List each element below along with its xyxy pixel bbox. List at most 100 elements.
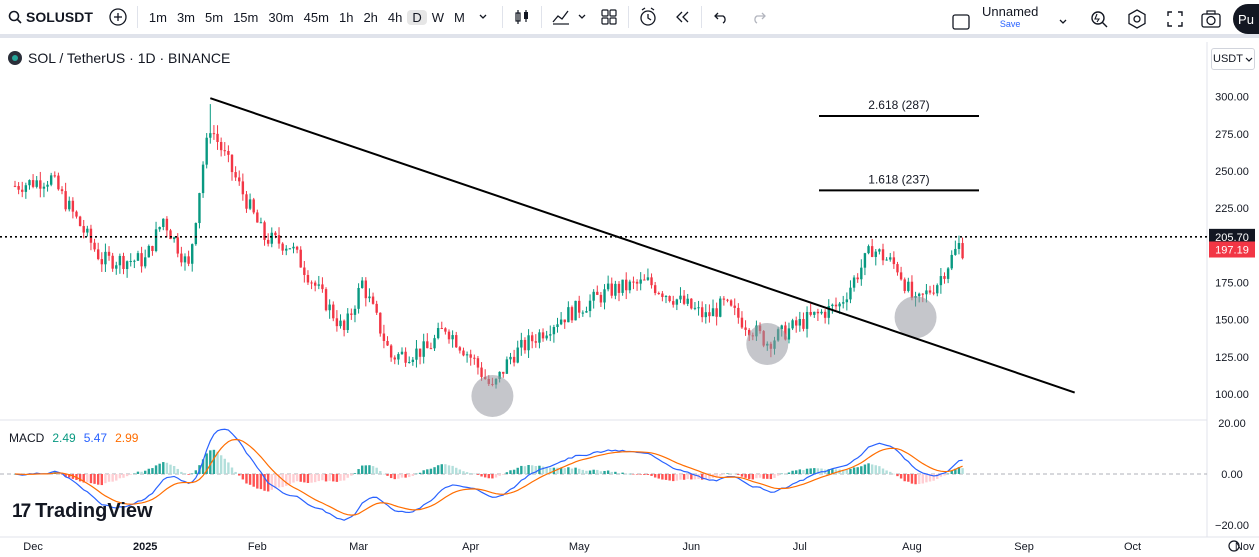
macd-histogram-bar <box>404 474 407 478</box>
fib-level-label: 2.618 (287) <box>868 98 929 112</box>
candle-body <box>57 175 60 190</box>
macd-histogram-bar <box>252 474 255 487</box>
macd-histogram-bar <box>664 474 668 480</box>
macd-histogram-bar <box>729 473 733 474</box>
macd-histogram-bar <box>878 466 881 474</box>
candle-body <box>147 245 151 258</box>
macd-histogram-bar <box>646 474 650 475</box>
macd-histogram-bar <box>860 466 863 474</box>
macd-histogram-bar <box>310 474 313 483</box>
macd-histogram-bar <box>288 474 292 485</box>
candle-body <box>379 312 382 334</box>
macd-histogram-bar <box>570 468 574 474</box>
candle-body <box>234 172 237 178</box>
macd-histogram-bar <box>516 467 519 474</box>
candle-body <box>418 348 422 357</box>
macd-histogram-bar <box>682 474 686 480</box>
macd-histogram-bar <box>596 469 599 474</box>
macd-histogram-bar <box>867 463 870 474</box>
macd-histogram-bar <box>469 473 472 474</box>
candle-body <box>133 260 136 262</box>
candle-body <box>346 313 349 331</box>
candle-body <box>238 177 241 182</box>
candle-body <box>628 281 632 291</box>
candle-body <box>693 307 697 309</box>
macd-value: 5.47 <box>84 431 108 445</box>
candle-body <box>201 164 205 194</box>
macd-histogram-bar <box>795 470 798 474</box>
currency-button[interactable]: USDT <box>1211 48 1255 70</box>
macd-histogram-bar <box>899 474 903 479</box>
macd-histogram-bar <box>397 474 400 479</box>
highlight-low-circle <box>894 296 937 339</box>
candle-body <box>361 280 364 288</box>
candle-body <box>165 218 169 231</box>
candle-body <box>386 340 389 346</box>
candle-body <box>248 199 252 209</box>
macd-histogram-bar <box>230 467 234 474</box>
candle-body <box>617 283 621 293</box>
macd-histogram-bar <box>668 474 671 481</box>
candle-body <box>892 257 896 265</box>
candle-body <box>961 243 964 259</box>
candle-body <box>426 341 429 349</box>
tradingview-logo[interactable]: 17 TradingView <box>12 500 153 523</box>
macd-histogram-bar <box>342 474 346 481</box>
macd-histogram-bar <box>762 474 765 479</box>
macd-histogram-bar <box>129 474 132 475</box>
macd-histogram-bar <box>346 474 349 478</box>
macd-histogram-bar <box>118 474 122 479</box>
macd-histogram-bar <box>603 470 606 474</box>
macd-histogram-bar <box>194 470 198 474</box>
candle-body <box>567 307 570 323</box>
candle-body <box>96 249 100 260</box>
candle-body <box>313 282 317 286</box>
candle-body <box>744 327 747 330</box>
time-axis-label: May <box>569 541 590 553</box>
candle-body <box>592 291 595 301</box>
candle-body <box>458 347 462 351</box>
macd-histogram-bar <box>382 473 386 475</box>
candle-body <box>889 257 892 260</box>
macd-histogram-bar <box>653 474 657 478</box>
macd-histogram-bar <box>802 470 805 474</box>
macd-histogram-bar <box>270 474 273 490</box>
candle-body <box>603 289 606 303</box>
macd-histogram-bar <box>154 465 158 474</box>
price-tick-label: 175.00 <box>1215 277 1249 289</box>
candle-body <box>136 253 140 261</box>
chart-canvas[interactable]: 300.00275.00250.00225.00200.00175.00150.… <box>0 0 1259 557</box>
candle-body <box>180 253 183 263</box>
candle-body <box>936 285 939 294</box>
macd-histogram-bar <box>476 474 480 475</box>
candle-body <box>881 249 885 261</box>
candle-body <box>306 274 310 283</box>
macd-histogram-bar <box>107 474 111 482</box>
macd-histogram-bar <box>245 474 248 484</box>
candle-body <box>520 339 523 348</box>
macd-tick-label: 0.00 <box>1221 469 1242 481</box>
macd-histogram-bar <box>415 473 418 475</box>
macd-histogram-bar <box>313 474 317 483</box>
macd-histogram-bar <box>921 474 924 484</box>
candle-body <box>509 356 512 360</box>
macd-histogram-bar <box>125 474 129 477</box>
candle-body <box>686 298 689 304</box>
candle-body <box>89 228 93 243</box>
macd-histogram-bar <box>429 468 433 474</box>
macd-histogram-bar <box>219 455 223 474</box>
candle-body <box>191 244 194 264</box>
macd-histogram-bar <box>650 474 653 476</box>
macd-histogram-bar <box>350 474 353 476</box>
candle-body <box>874 251 877 257</box>
macd-histogram-bar <box>961 468 964 474</box>
candle-body <box>668 296 671 302</box>
macd-histogram-bar <box>332 474 335 482</box>
macd-legend: MACD 2.49 5.47 2.99 <box>9 431 139 445</box>
macd-histogram-bar <box>621 472 624 474</box>
candle-body <box>436 328 440 339</box>
macd-histogram-bar <box>856 467 859 474</box>
macd-histogram-bar <box>863 464 867 474</box>
candle-body <box>281 243 284 251</box>
candle-body <box>588 300 592 312</box>
